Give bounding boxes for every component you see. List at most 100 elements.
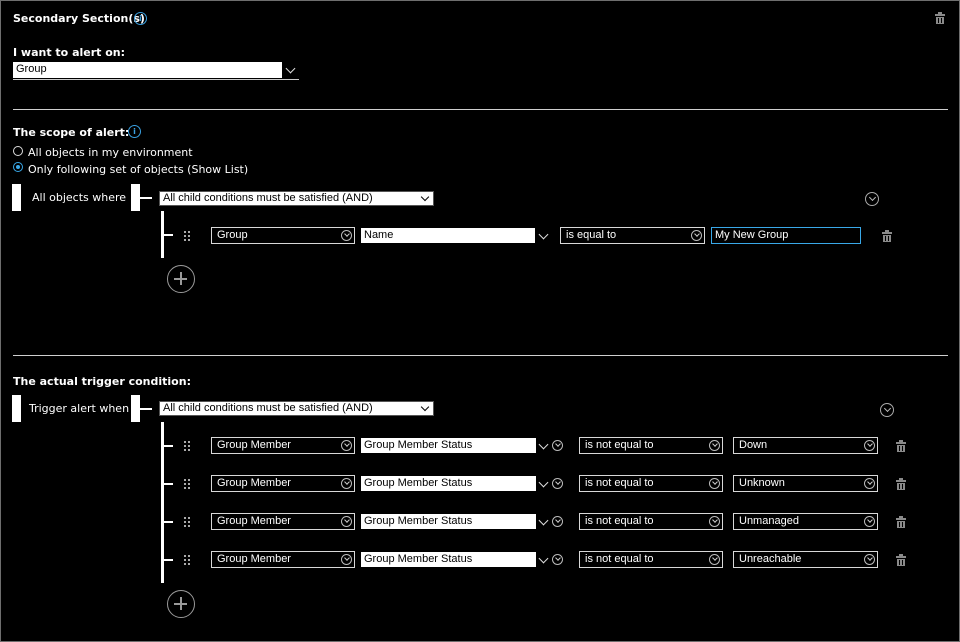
chevron-circle-icon xyxy=(709,478,720,489)
trigger-operator-select[interactable]: is not equal to xyxy=(579,513,723,530)
chevron-circle-icon xyxy=(341,554,352,565)
trigger-property-select[interactable]: Group Member Status xyxy=(361,514,536,529)
connector xyxy=(164,234,173,236)
trigger-and-label: All child conditions must be satisfied (… xyxy=(163,402,373,414)
chevron-circle-icon xyxy=(709,440,720,451)
drag-handle-icon[interactable] xyxy=(184,555,190,565)
trigger-operator-value: is not equal to xyxy=(585,515,654,527)
condition-bracket xyxy=(131,184,140,211)
trigger-value-select[interactable]: Unmanaged xyxy=(733,513,878,530)
chevron-down-icon xyxy=(420,402,430,412)
trigger-operator-value: is not equal to xyxy=(585,553,654,565)
radio-all-objects-label: All objects in my environment xyxy=(28,146,193,159)
alert-on-select[interactable]: Group xyxy=(13,62,282,78)
condition-bracket xyxy=(12,184,21,211)
trigger-property-select[interactable]: Group Member Status xyxy=(361,438,536,453)
drag-handle-icon[interactable] xyxy=(184,479,190,489)
drag-handle-icon[interactable] xyxy=(184,441,190,451)
trigger-object-select[interactable]: Group Member xyxy=(211,551,355,568)
trigger-and-select[interactable]: All child conditions must be satisfied (… xyxy=(159,401,434,416)
chevron-circle-icon xyxy=(691,230,702,241)
chevron-circle-icon[interactable] xyxy=(552,554,563,565)
info-icon[interactable]: i xyxy=(134,12,147,25)
trigger-value-text: Unknown xyxy=(739,477,785,489)
add-condition-plus-icon[interactable] xyxy=(167,265,195,293)
trigger-operator-select[interactable]: is not equal to xyxy=(579,475,723,492)
add-condition-plus-icon[interactable] xyxy=(167,590,195,618)
radio-only-following-label: Only following set of objects (Show List… xyxy=(28,163,249,176)
radio-all-objects[interactable] xyxy=(13,146,23,156)
connector xyxy=(164,559,173,561)
trigger-value-text: Unreachable xyxy=(739,553,802,565)
trigger-object-select[interactable]: Group Member xyxy=(211,513,355,530)
when-label: Trigger alert when xyxy=(29,402,130,415)
drag-handle-icon[interactable] xyxy=(184,231,190,241)
trigger-object-select[interactable]: Group Member xyxy=(211,437,355,454)
collapse-chevron-icon[interactable] xyxy=(865,192,879,206)
trigger-value-select[interactable]: Down xyxy=(733,437,878,454)
chevron-circle-icon[interactable] xyxy=(552,440,563,451)
chevron-circle-icon xyxy=(864,516,875,527)
chevron-circle-icon xyxy=(864,554,875,565)
radio-only-following[interactable] xyxy=(13,162,23,172)
trigger-object-value: Group Member xyxy=(217,439,291,451)
trigger-operator-select[interactable]: is not equal to xyxy=(579,437,723,454)
trigger-operator-select[interactable]: is not equal to xyxy=(579,551,723,568)
trash-icon[interactable] xyxy=(935,12,945,24)
scope-object-select[interactable]: Group xyxy=(211,227,355,244)
connector xyxy=(164,483,173,485)
trigger-operator-value: is not equal to xyxy=(585,439,654,451)
alert-on-label: I want to alert on: xyxy=(13,46,126,59)
chevron-circle-icon xyxy=(341,516,352,527)
info-icon[interactable]: i xyxy=(128,125,141,138)
divider xyxy=(13,355,948,356)
chevron-circle-icon xyxy=(709,516,720,527)
trigger-value-text: Unmanaged xyxy=(739,515,799,527)
scope-property-select[interactable]: Name xyxy=(361,228,535,243)
chevron-circle-icon[interactable] xyxy=(552,478,563,489)
trash-icon[interactable] xyxy=(896,516,906,528)
scope-value-input[interactable]: My New Group xyxy=(711,227,861,244)
trigger-object-value: Group Member xyxy=(217,477,291,489)
connector xyxy=(164,521,173,523)
scope-operator-select[interactable]: is equal to xyxy=(560,227,705,244)
connector xyxy=(164,445,173,447)
secondary-section-panel xyxy=(0,0,960,642)
trash-icon[interactable] xyxy=(896,478,906,490)
chevron-circle-icon xyxy=(341,478,352,489)
trigger-object-select[interactable]: Group Member xyxy=(211,475,355,492)
trash-icon[interactable] xyxy=(896,440,906,452)
where-label: All objects where xyxy=(32,191,127,204)
scope-operator-value: is equal to xyxy=(566,229,617,241)
drag-handle-icon[interactable] xyxy=(184,517,190,527)
trigger-object-value: Group Member xyxy=(217,553,291,565)
scope-value-text: My New Group xyxy=(715,229,789,241)
divider xyxy=(13,109,948,110)
scope-and-label: All child conditions must be satisfied (… xyxy=(163,192,373,204)
trigger-property-select[interactable]: Group Member Status xyxy=(361,552,536,567)
chevron-down-icon xyxy=(420,192,430,202)
trigger-value-select[interactable]: Unreachable xyxy=(733,551,878,568)
trigger-label: The actual trigger condition: xyxy=(13,375,191,388)
condition-bracket xyxy=(12,395,21,422)
chevron-circle-icon xyxy=(709,554,720,565)
connector xyxy=(140,408,152,410)
trash-icon[interactable] xyxy=(896,554,906,566)
trigger-operator-value: is not equal to xyxy=(585,477,654,489)
trigger-property-select[interactable]: Group Member Status xyxy=(361,476,536,491)
scope-label: The scope of alert: xyxy=(13,126,130,139)
trash-icon[interactable] xyxy=(882,230,892,242)
scope-and-select[interactable]: All child conditions must be satisfied (… xyxy=(159,191,434,206)
chevron-circle-icon xyxy=(341,230,352,241)
section-title: Secondary Section(s) xyxy=(13,12,145,25)
connector xyxy=(140,197,152,199)
trigger-value-select[interactable]: Unknown xyxy=(733,475,878,492)
chevron-circle-icon[interactable] xyxy=(552,516,563,527)
collapse-chevron-icon[interactable] xyxy=(880,403,894,417)
chevron-circle-icon xyxy=(341,440,352,451)
condition-bracket xyxy=(131,395,140,422)
select-underline xyxy=(13,79,299,80)
trigger-object-value: Group Member xyxy=(217,515,291,527)
trigger-value-text: Down xyxy=(739,439,768,451)
chevron-circle-icon xyxy=(864,440,875,451)
